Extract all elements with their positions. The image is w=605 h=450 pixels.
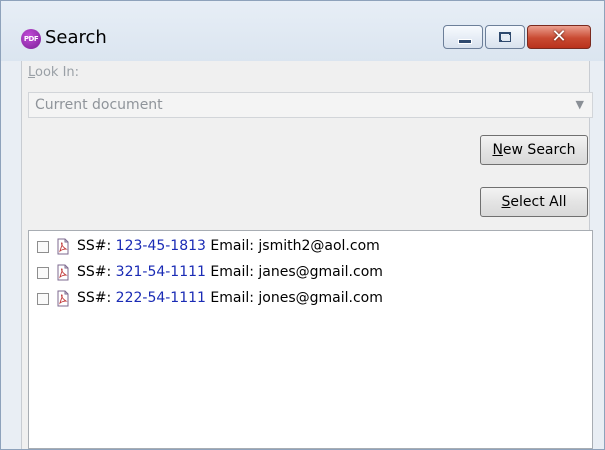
look-in-dropdown[interactable]: Current document ▼	[28, 92, 593, 118]
maximize-button[interactable]	[485, 25, 525, 49]
result-checkbox[interactable]	[37, 267, 49, 279]
result-text: SS#: 222-54-1111 Email: jones@gmail.com	[77, 290, 383, 306]
pdf-document-icon	[57, 264, 69, 281]
result-checkbox[interactable]	[37, 293, 49, 305]
close-icon: ✕	[551, 26, 567, 47]
results-list[interactable]: SS#: 123-45-1813 Email: jsmith2@aol.com …	[28, 230, 593, 449]
window-title: Search	[45, 27, 107, 48]
minimize-icon	[458, 39, 472, 44]
close-button[interactable]: ✕	[527, 25, 591, 49]
pdf-document-icon	[57, 238, 69, 255]
title-bar[interactable]: PDF Search ✕	[1, 1, 604, 61]
result-text: SS#: 321-54-1111 Email: janes@gmail.com	[77, 264, 383, 280]
result-checkbox[interactable]	[37, 241, 49, 253]
look-in-value: Current document	[35, 97, 163, 113]
search-panel: Look In: Current document ▼ New Search S…	[21, 61, 593, 449]
result-text: SS#: 123-45-1813 Email: jsmith2@aol.com	[77, 238, 380, 254]
minimize-button[interactable]	[443, 25, 483, 49]
select-all-button[interactable]: Select All	[480, 187, 588, 217]
look-in-label: Look In:	[28, 65, 80, 80]
search-window: PDF Search ✕ Look In: Current document ▼…	[0, 0, 605, 450]
maximize-icon	[499, 32, 511, 42]
new-search-button[interactable]: New Search	[480, 135, 588, 165]
chevron-down-icon: ▼	[575, 98, 584, 111]
pdf-document-icon	[57, 290, 69, 307]
pdf-app-icon: PDF	[21, 29, 41, 49]
